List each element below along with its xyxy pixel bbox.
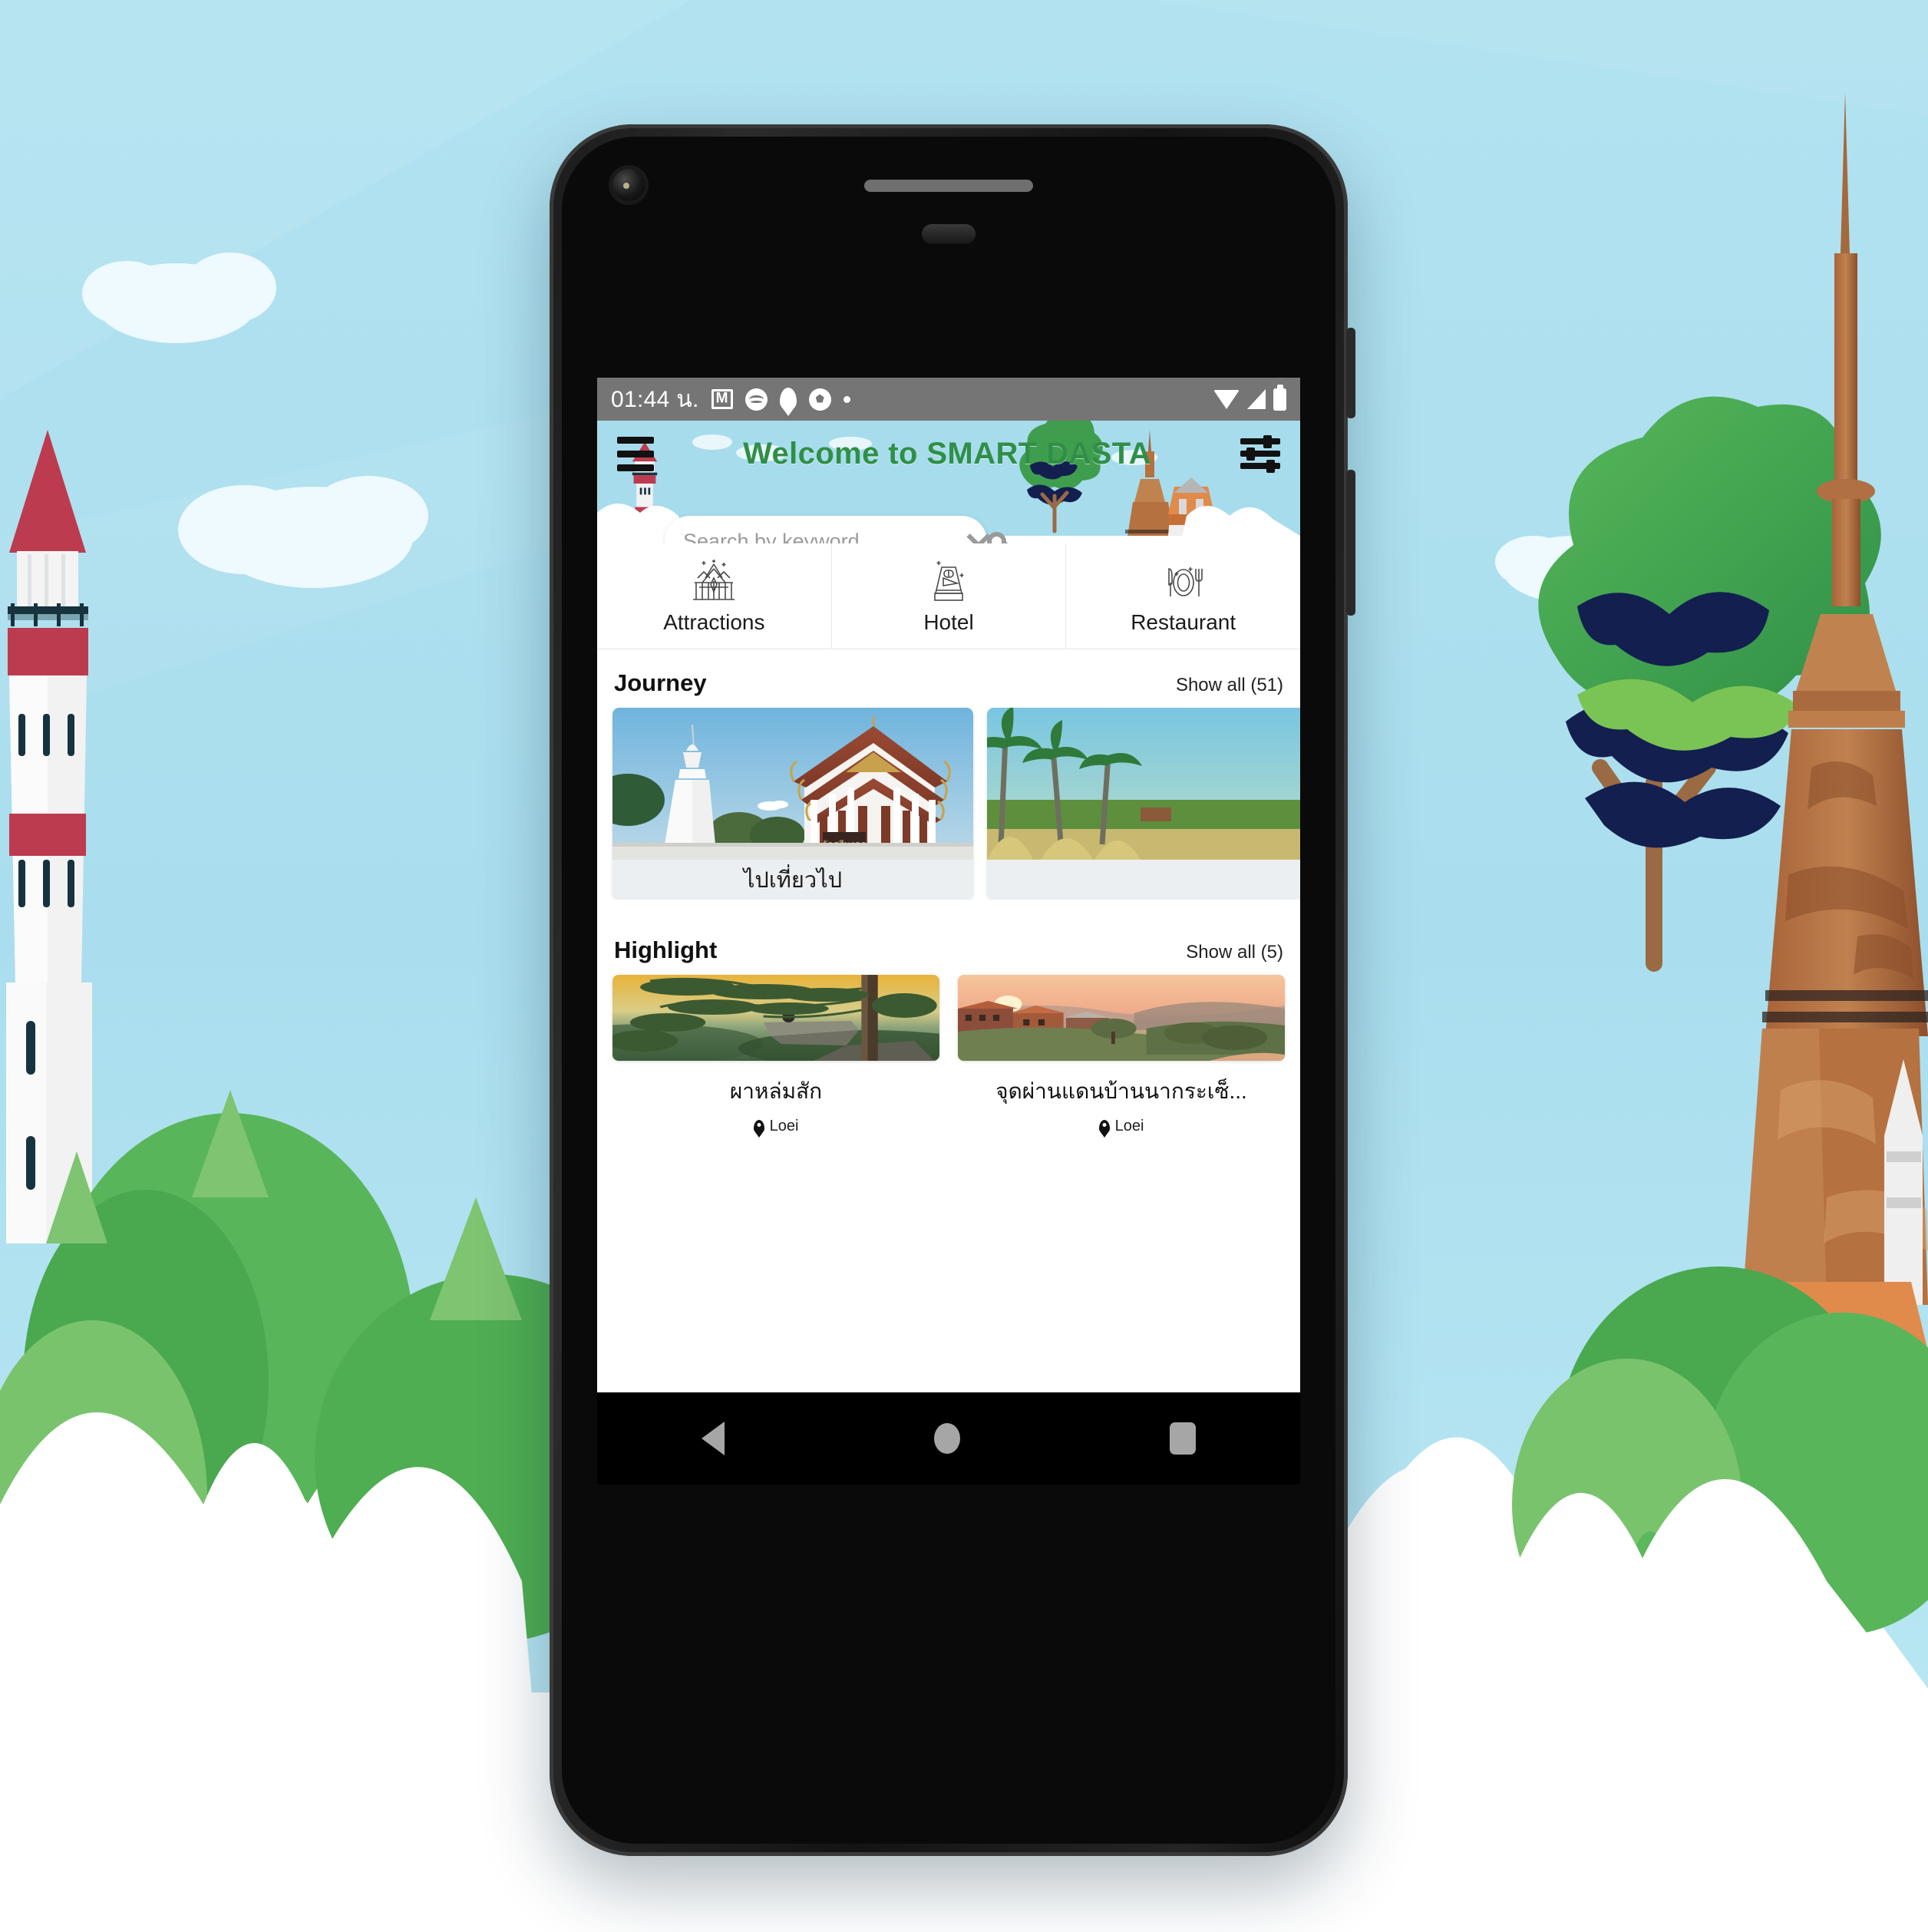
search-submit-button[interactable] (987, 516, 1006, 543)
journey-card[interactable]: วัดศรีมงคล ไปเที่ยวไป (612, 708, 973, 900)
recents-square-icon[interactable] (1169, 1422, 1196, 1455)
power-button[interactable] (1346, 470, 1355, 616)
phone-screen: 01:44 น. M Welcome to SMART DASTA Search… (597, 378, 1300, 1392)
status-system-icons (1213, 388, 1286, 411)
status-bar: 01:44 น. (597, 378, 1300, 421)
highlight-location-label: Loei (1114, 1118, 1144, 1134)
dot-icon (843, 395, 850, 403)
category-attractions[interactable]: Attractions (597, 543, 831, 649)
spotify-icon (744, 388, 768, 411)
volume-button[interactable] (1346, 328, 1355, 418)
highlight-card-row: ผาหล่มสัก Loei จุดผ่านแดนบ้านนากระเซ็...… (597, 975, 1300, 1135)
category-label: Restaurant (1131, 609, 1236, 634)
signal-icon (1247, 389, 1266, 409)
android-navigation-bar (597, 1392, 1300, 1485)
soccer-ball-icon (808, 388, 831, 411)
journey-card-image (987, 708, 1300, 860)
highlight-show-all-link[interactable]: Show all (5) (1186, 942, 1283, 963)
highlight-location-label: Loei (769, 1118, 799, 1134)
page-title: Welcome to SMART DASTA (743, 436, 1151, 471)
bed-icon (922, 558, 976, 606)
journey-card-caption (987, 860, 1300, 900)
highlight-card-image (612, 975, 939, 1061)
journey-card-caption: ไปเที่ยวไป (612, 860, 973, 900)
front-camera-icon (612, 169, 645, 201)
category-row: Attractions Hotel Restaurant (597, 543, 1300, 649)
highlight-card[interactable]: ผาหล่มสัก Loei (612, 975, 939, 1135)
hamburger-menu-icon[interactable] (617, 436, 654, 471)
cutlery-plate-icon (1157, 558, 1210, 606)
highlight-card-location: Loei (958, 1118, 1285, 1135)
search-icon (987, 531, 1006, 543)
journey-card[interactable] (987, 708, 1300, 900)
status-time: 01:44 น. (611, 386, 699, 412)
location-pin-icon (779, 388, 797, 411)
status-notification-icons (711, 388, 850, 411)
battery-icon (1273, 388, 1286, 411)
temple-icon (687, 558, 741, 606)
app-header: Welcome to SMART DASTA (597, 421, 1300, 543)
journey-card-row[interactable]: วัดศรีมงคล ไปเที่ยวไป (597, 708, 1300, 900)
journey-section-header: Journey Show all (51) (597, 649, 1300, 708)
gmail-icon (711, 389, 733, 409)
map-pin-icon (1098, 1119, 1110, 1134)
phone-device: 01:44 น. M Welcome to SMART DASTA Search… (550, 124, 1355, 1856)
highlight-card[interactable]: จุดผ่านแดนบ้านนากระเซ็... Loei (958, 975, 1285, 1135)
category-restaurant[interactable]: Restaurant (1065, 543, 1300, 649)
category-label: Hotel (923, 609, 974, 634)
journey-title: Journey (614, 669, 707, 696)
highlight-card-title: จุดผ่านแดนบ้านนากระเซ็... (995, 1079, 1247, 1103)
highlight-card-location: Loei (612, 1118, 939, 1135)
search-dropdown-button[interactable] (966, 516, 991, 543)
home-circle-icon[interactable] (933, 1423, 960, 1454)
highlight-title: Highlight (614, 936, 718, 963)
earpiece-speaker (864, 180, 1033, 192)
journey-card-image: วัดศรีมงคล (612, 708, 973, 860)
journey-show-all-link[interactable]: Show all (51) (1176, 675, 1283, 696)
category-label: Attractions (663, 609, 765, 634)
header-top-row: Welcome to SMART DASTA (597, 421, 1300, 476)
back-triangle-icon[interactable] (702, 1422, 725, 1455)
highlight-section-header: Highlight Show all (5) (597, 900, 1300, 975)
search-input[interactable] (665, 529, 970, 543)
search-bar[interactable] (665, 516, 1006, 543)
highlight-card-title: ผาหล่มสัก (729, 1079, 823, 1103)
highlight-card-image (958, 975, 1285, 1061)
category-hotel[interactable]: Hotel (830, 543, 1066, 649)
map-pin-icon (753, 1119, 764, 1134)
filter-sliders-icon[interactable] (1240, 435, 1280, 473)
sensor-housing (922, 224, 976, 244)
wifi-icon (1213, 389, 1240, 409)
